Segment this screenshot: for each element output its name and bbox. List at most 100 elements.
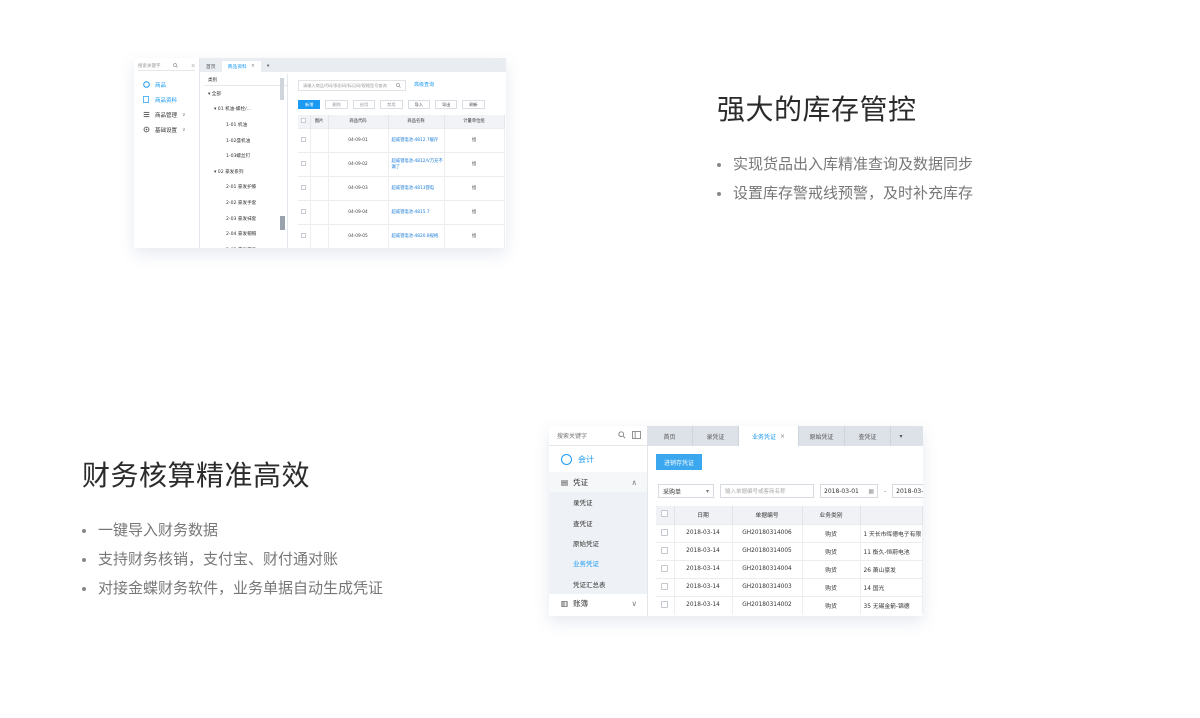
name-link[interactable]: 超威锂电池-4815.7	[388, 199, 445, 224]
date-cell: 2018-03-14	[674, 523, 733, 542]
date-from-field[interactable]: 2018-03-01 ▦	[820, 484, 878, 498]
feature-bullet: 设置库存警戒线预警，及时补充库存	[717, 179, 973, 208]
advanced-query-link[interactable]: 高级查询	[414, 81, 434, 88]
tree-node[interactable]: ▾ 全部	[204, 86, 287, 102]
toolbar-button-0[interactable]: 新增	[298, 100, 321, 109]
tab-3[interactable]: 原始凭证	[799, 426, 845, 446]
sidebar-search[interactable]: 搜索关键字	[549, 426, 647, 446]
row-checkbox[interactable]	[298, 199, 311, 224]
list-icon	[142, 111, 150, 119]
collapse-icon[interactable]: ≡	[191, 64, 195, 69]
date-to-field[interactable]: 2018-03-14	[892, 484, 923, 498]
table-row[interactable]: 04-09-03 超威锂电池-4813锂电组	[298, 175, 505, 200]
tab-0[interactable]: 首页	[647, 426, 693, 446]
doc-icon	[142, 96, 150, 104]
tree-node[interactable]: 2-02 豪发手套	[204, 195, 287, 211]
tree-node[interactable]: ▾ 01 机油-螺栓/...	[204, 102, 287, 118]
type-cell: 购货	[802, 577, 861, 596]
toolbar-button-3[interactable]: 禁用	[380, 100, 403, 109]
tree-node[interactable]: 2-03 豪发袜套	[204, 211, 287, 227]
menu-group-ledger[interactable]: ▥ 账簿 ∨	[549, 593, 647, 614]
tab-2[interactable]: 业务凭证 ×	[739, 426, 799, 446]
search-icon[interactable]	[173, 62, 179, 70]
menu-accounting[interactable]: 会计	[549, 446, 647, 472]
close-icon[interactable]: ×	[780, 433, 785, 440]
sidebar-item-0[interactable]: 商品	[134, 77, 199, 92]
row-checkbox[interactable]	[656, 595, 675, 614]
submenu-item[interactable]: 原始凭证	[549, 533, 647, 553]
column-header: 商品代码	[328, 115, 389, 128]
collapse-sidebar-icon[interactable]	[632, 430, 641, 441]
table-row[interactable]: 2018-03-14 GH20180314003 购货 14 国光	[656, 577, 923, 596]
party-cell: 11 衡久-恒蔚电池	[860, 541, 923, 560]
tab-4[interactable]: 查凭证	[845, 426, 891, 446]
tabs-more-icon[interactable]: ▾	[891, 426, 911, 446]
tree-node[interactable]: 2-04 豪发帽帽	[204, 226, 287, 242]
tab-home[interactable]: 首页	[200, 61, 222, 72]
table-row[interactable]: 04-09-05 超威锂电池-4820.8规格组	[298, 223, 505, 248]
row-checkbox[interactable]	[656, 523, 675, 542]
category-tree: 类别 ▾ 全部 ▾ 01 机油-螺栓/... 1-01 机油 1-02盛机油 1-03螺…	[204, 74, 288, 248]
row-checkbox[interactable]	[298, 175, 311, 200]
sidebar-item-1[interactable]: 商品资料	[134, 92, 199, 107]
sidebar-item-3[interactable]: 基础设置 ∨	[134, 122, 199, 137]
unit-cell: 组	[444, 199, 505, 224]
search-icon[interactable]	[396, 82, 401, 89]
name-link[interactable]: 超威锂电池-4812.7缓存	[388, 127, 445, 152]
toolbar-button-6[interactable]: 刷新	[462, 100, 485, 109]
toolbar-button-2[interactable]: 启用	[352, 100, 376, 109]
submenu-item[interactable]: 业务凭证	[549, 553, 647, 573]
table-row[interactable]: 2018-03-14 GH20180314005 购货 11 衡久-恒蔚电池	[656, 541, 923, 560]
generate-voucher-button[interactable]: 进销存凭证	[656, 454, 703, 470]
sidebar-item-2[interactable]: 商品管理 ∨	[134, 107, 199, 122]
tab-1[interactable]: 录凭证	[693, 426, 739, 446]
sidebar-search[interactable]: 搜索关键字 ≡	[138, 62, 195, 71]
tree-collapse-handle[interactable]	[280, 216, 285, 230]
tree-node[interactable]: 2-05 豪发用表	[204, 242, 287, 249]
tree-scrollbar[interactable]	[280, 78, 284, 100]
close-icon[interactable]: ×	[251, 64, 255, 69]
row-checkbox[interactable]	[298, 127, 311, 152]
search-icon[interactable]	[618, 430, 626, 441]
chevron-down-icon: ∨	[182, 111, 186, 118]
table-row[interactable]: 2018-03-14 GH20180314006 购货 1 天长市晖德电子有限	[656, 523, 923, 542]
tree-node[interactable]: 1-01 机油	[204, 117, 287, 133]
tree-node[interactable]: 1-02盛机油	[204, 133, 287, 149]
calendar-icon[interactable]: ▦	[868, 488, 874, 495]
menu-group-voucher[interactable]: ▤ 凭证 ∧	[549, 472, 647, 492]
type-cell: 购货	[802, 523, 861, 542]
table-row[interactable]: 2018-03-14 GH20180314004 购货 26 萧山豪发	[656, 559, 923, 578]
row-checkbox[interactable]	[298, 151, 311, 176]
doc-type-select[interactable]: 采购单 ▾	[658, 484, 714, 498]
row-checkbox[interactable]	[298, 223, 311, 248]
row-checkbox[interactable]	[656, 541, 675, 560]
column-header: 计量单位组	[444, 115, 505, 128]
tree-node[interactable]: ▾ 02 豪发系列	[204, 164, 287, 180]
table-row[interactable]: 2018-03-14 GH20180314002 购货 35 无锡金箭-锦德	[656, 595, 923, 614]
row-checkbox[interactable]	[656, 577, 675, 596]
submenu-item[interactable]: 查凭证	[549, 512, 647, 532]
select-all-checkbox[interactable]	[298, 115, 311, 128]
select-all-checkbox[interactable]	[656, 506, 675, 524]
tree-node[interactable]: 2-01 豪发护膝	[204, 180, 287, 196]
toolbar-button-4[interactable]: 导入	[407, 100, 430, 109]
submenu-item[interactable]: 凭证汇总表	[549, 574, 647, 594]
table-row[interactable]: 04-09-04 超威锂电池-4815.7 组	[298, 199, 505, 224]
tab-product-info[interactable]: 商品资料 ×	[221, 61, 261, 72]
doc-no-cell: GH20180314005	[732, 541, 803, 560]
row-checkbox[interactable]	[656, 559, 675, 578]
date-separator: -	[884, 487, 887, 495]
toolbar-button-1[interactable]: 删除	[325, 100, 348, 109]
name-link[interactable]: 超威锂电池-4813锂电	[388, 175, 445, 200]
table-row[interactable]: 04-09-02 超威锂电池-4812/V万充不漏了组	[298, 151, 505, 176]
toolbar-button-5[interactable]: 导出	[434, 100, 458, 109]
doc-search-input[interactable]: 输入单据编号或客商名称	[720, 484, 814, 498]
voucher-table: 日期 单据编号 业务类别 2018-03-14 GH20180314006 购货 1 …	[656, 506, 923, 614]
name-link[interactable]: 超威锂电池-4812/V万充不漏了	[388, 151, 445, 176]
product-search-input[interactable]: 请输入商品代码/条形码/标记码/规格型号查询	[298, 80, 406, 91]
submenu-item[interactable]: 录凭证	[549, 492, 647, 512]
name-link[interactable]: 超威锂电池-4820.8规格	[388, 223, 445, 248]
table-row[interactable]: 04-09-01 超威锂电池-4812.7缓存组	[298, 127, 505, 152]
tree-node[interactable]: 1-03螺丝钉	[204, 148, 287, 164]
tabs-more-icon[interactable]: ▾	[261, 61, 275, 72]
